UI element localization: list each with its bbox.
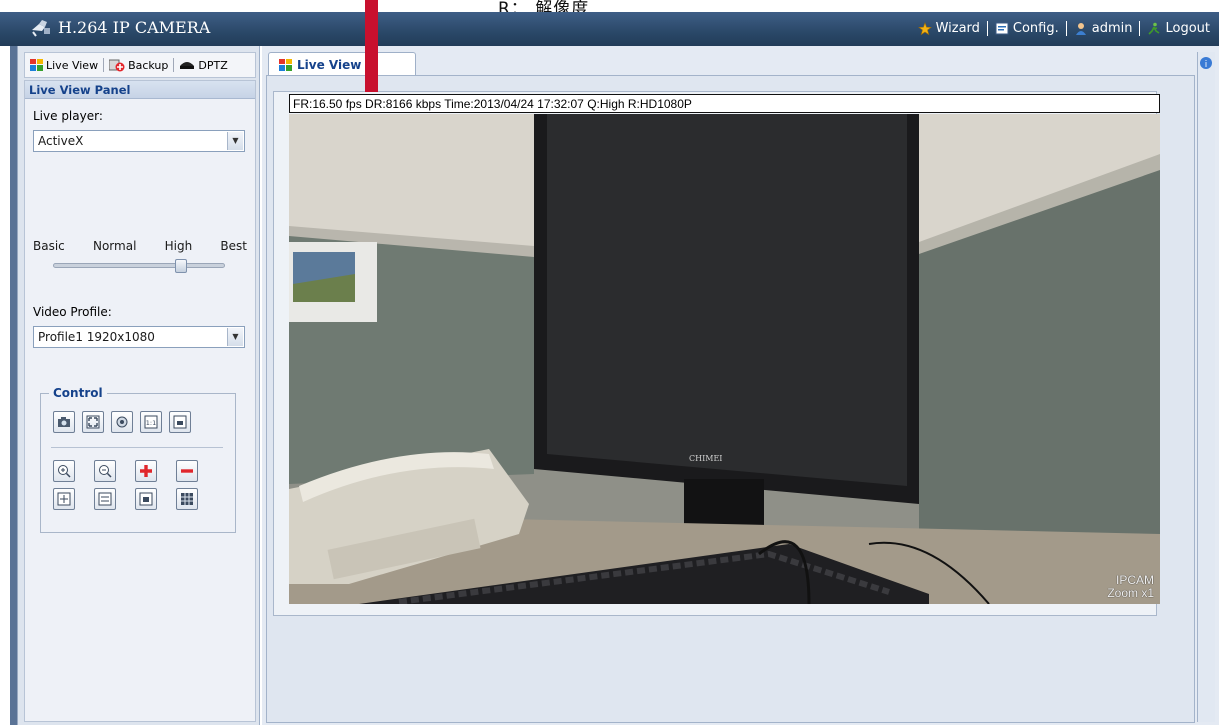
minus-icon (181, 469, 193, 473)
tab-dptz-label: DPTZ (198, 58, 228, 72)
camera-scene-image: CHIMEI (289, 114, 1160, 604)
zoom-in-icon (58, 465, 71, 478)
grid-button[interactable] (176, 488, 198, 510)
right-collapsed-panel[interactable]: i (1197, 52, 1215, 722)
control-group: Control 1:1 (40, 386, 236, 533)
control-title: Control (49, 386, 107, 400)
main-tab-label: Live View (297, 57, 362, 72)
zoom-level: Zoom x1 (1107, 586, 1154, 600)
collapse-button[interactable] (94, 488, 116, 510)
tab-backup[interactable]: Backup (104, 59, 173, 72)
plus-icon (140, 465, 152, 477)
live-view-icon (30, 59, 43, 71)
fullscreen-button[interactable] (82, 411, 104, 433)
tab-live-view-label: Live View (46, 58, 99, 72)
tab-dptz[interactable]: DPTZ (174, 59, 232, 72)
quality-high-label: High (164, 239, 193, 253)
control-divider (51, 447, 223, 448)
zoom-out-icon (99, 465, 112, 478)
svg-text:1:1: 1:1 (146, 419, 156, 427)
control-row-1: 1:1 (53, 411, 191, 433)
chevron-down-icon: ▼ (227, 132, 243, 150)
live-view-panel: Live View Panel Live player: ActiveX ▼ B… (24, 80, 256, 722)
user-icon (1075, 22, 1086, 35)
wizard-star-icon (917, 21, 932, 35)
snapshot-button[interactable] (53, 411, 75, 433)
quality-slider[interactable] (53, 259, 225, 273)
live-view-pane: FR:16.50 fps DR:8166 kbps Time:2013/04/2… (266, 75, 1195, 723)
sidebar-tabs: Live View Backup DPTZ (24, 52, 256, 78)
fit-window-button[interactable] (169, 411, 191, 433)
record-button[interactable] (111, 411, 133, 433)
preset-button[interactable] (135, 488, 157, 510)
admin-label: admin (1091, 21, 1133, 36)
quality-normal-label: Normal (92, 239, 137, 253)
title-bar: H.264 IP CAMERA Wizard Config. admin Log… (0, 12, 1219, 46)
quality-best-label: Best (220, 239, 247, 253)
panel-header: Live View Panel (25, 81, 255, 99)
quality-slider-thumb[interactable] (175, 259, 187, 273)
snapshot-camera-icon (58, 417, 70, 427)
tab-live-view-main[interactable]: Live View (268, 52, 416, 76)
camera-logo-icon (32, 20, 50, 37)
nav-divider (1065, 21, 1067, 36)
config-icon (995, 22, 1009, 34)
left-window-edge (10, 46, 18, 725)
live-player-label: Live player: (33, 109, 103, 123)
quality-labels: Basic Normal High Best (33, 239, 247, 253)
logout-icon (1148, 22, 1160, 35)
help-icon: i (1200, 57, 1212, 70)
backup-icon (109, 59, 125, 71)
svg-text:i: i (1205, 60, 1208, 70)
zoom-out-button[interactable] (94, 460, 116, 482)
wizard-link[interactable]: Wizard (913, 21, 985, 36)
collapse-icon (98, 492, 112, 506)
nav-divider (986, 21, 988, 36)
config-label: Config. (1012, 21, 1059, 36)
expand-icon (57, 492, 71, 506)
video-profile-select[interactable]: Profile1 1920x1080 ▼ (33, 326, 245, 348)
nav-divider (1139, 21, 1141, 36)
camera-overlay-label: IPCAM Zoom x1 (1107, 574, 1154, 600)
quality-basic-label: Basic (33, 239, 65, 253)
fit-window-icon (173, 415, 187, 429)
record-icon (116, 416, 128, 428)
video-status-overlay: FR:16.50 fps DR:8166 kbps Time:2013/04/2… (289, 94, 1160, 113)
top-navigation: Wizard Config. admin Logout (913, 21, 1215, 36)
live-player-value: ActiveX (38, 134, 84, 148)
live-player-select[interactable]: ActiveX ▼ (33, 130, 245, 152)
main-content: Live View i FR:16.50 fps DR:8166 kbps Ti… (262, 46, 1219, 725)
focus-minus-button[interactable] (176, 460, 198, 482)
wizard-label: Wizard (935, 21, 980, 36)
config-link[interactable]: Config. (990, 21, 1064, 36)
live-video-feed[interactable]: CHIMEI IPCAM Zoom x1 (289, 114, 1160, 604)
video-profile-value: Profile1 1920x1080 (38, 330, 155, 344)
video-viewer: FR:16.50 fps DR:8166 kbps Time:2013/04/2… (273, 91, 1160, 616)
zoom-in-button[interactable] (53, 460, 75, 482)
control-row-3 (53, 488, 198, 510)
live-view-icon (279, 58, 292, 71)
tab-live-view[interactable]: Live View (25, 59, 103, 72)
fullscreen-icon (86, 415, 100, 429)
control-row-2 (53, 460, 198, 482)
video-profile-label: Video Profile: (33, 305, 112, 319)
admin-link[interactable]: admin (1069, 21, 1138, 36)
grid-icon (181, 493, 193, 505)
ratio-one-to-one-icon: 1:1 (144, 415, 158, 429)
dptz-camera-icon (180, 61, 195, 69)
chevron-down-icon: ▼ (227, 328, 243, 346)
tab-backup-label: Backup (128, 58, 169, 72)
monitor-brand-text: CHIMEI (689, 454, 722, 463)
focus-plus-button[interactable] (135, 460, 157, 482)
logout-label: Logout (1165, 21, 1210, 36)
logout-link[interactable]: Logout (1142, 21, 1215, 36)
left-sidebar: Live View Backup DPTZ Live View Panel Li… (18, 46, 260, 725)
annotation-marker-bar (365, 0, 378, 92)
original-size-button[interactable]: 1:1 (140, 411, 162, 433)
app-title: H.264 IP CAMERA (58, 18, 211, 37)
expand-button[interactable] (53, 488, 75, 510)
preset-icon (139, 492, 153, 506)
